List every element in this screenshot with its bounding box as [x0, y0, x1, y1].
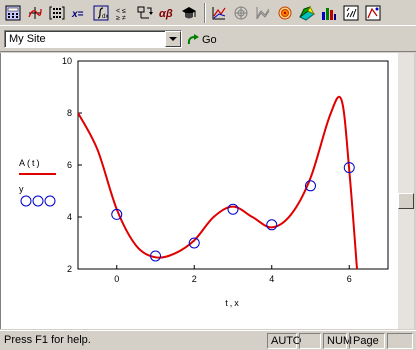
- scrollbar-thumb[interactable]: [398, 193, 414, 209]
- svg-text:≠: ≠: [122, 15, 126, 21]
- svg-text:<: <: [116, 8, 120, 15]
- symbolic-toolbar-button[interactable]: [179, 3, 198, 22]
- calculus-icon: dx: [93, 5, 108, 20]
- status-extra: [387, 333, 413, 349]
- y-tick-label: 2: [67, 264, 72, 274]
- x-tick-label: 6: [347, 274, 352, 284]
- status-num: NUM: [323, 333, 352, 349]
- status-auto: AUTO: [267, 333, 301, 349]
- boolean-icon: < ≤≥ ≠: [116, 8, 126, 21]
- plot-frame: [77, 60, 389, 270]
- graph-icon: [27, 6, 42, 19]
- x-tick-label: 2: [192, 274, 197, 284]
- xy-plot-icon: [212, 6, 225, 19]
- symbolic-icon: [181, 6, 196, 18]
- svg-text:x=: x=: [71, 9, 84, 20]
- vertical-scrollbar[interactable]: [397, 53, 414, 329]
- calculator-icon: [5, 5, 20, 20]
- svg-text:αβ: αβ: [159, 8, 173, 20]
- chevron-down-icon: [169, 36, 177, 41]
- contour-plot-icon: [278, 6, 291, 19]
- go-label: Go: [202, 34, 217, 46]
- x-tick-label: 4: [269, 274, 274, 284]
- programming-icon: [137, 6, 153, 18]
- svg-text:dx: dx: [102, 14, 108, 20]
- go-arrow-icon: [187, 34, 199, 45]
- legend-label-y: y: [19, 184, 24, 194]
- programming-toolbar-button[interactable]: [135, 3, 154, 22]
- svg-text:≤: ≤: [122, 8, 126, 15]
- 3d-scatter-toolbar-button[interactable]: [297, 3, 316, 22]
- resource-toolbar: My Site Go: [0, 27, 416, 52]
- status-blank: [299, 333, 321, 349]
- vector-field-icon: [343, 5, 358, 20]
- y-tick-label: 10: [62, 56, 72, 66]
- legend-label-a: A(t): [19, 158, 42, 168]
- graph-toolbar-button[interactable]: [25, 3, 44, 22]
- go-button[interactable]: Go: [186, 31, 217, 49]
- xy-plot[interactable]: 2 4 6 8 10 0 2 4 6 A(t) y t,x: [1, 53, 397, 329]
- legend-marker: [32, 195, 44, 207]
- polar-plot-icon: [234, 6, 247, 19]
- 3d-scatter-icon: [298, 5, 315, 21]
- 3d-bar-icon: [321, 7, 336, 20]
- calculus-toolbar-button[interactable]: dx: [91, 3, 110, 22]
- dropdown-button[interactable]: [165, 31, 181, 47]
- toolbar-separator: [204, 2, 206, 23]
- polar-plot-toolbar-button[interactable]: [231, 3, 250, 22]
- legend-marker: [44, 195, 56, 207]
- legend-marker: [20, 195, 32, 207]
- worksheet-canvas[interactable]: 2 4 6 8 10 0 2 4 6 A(t) y t,x: [0, 53, 397, 329]
- 3d-plot-wizard-toolbar-button[interactable]: [363, 3, 382, 22]
- 3d-plot-wizard-icon: [365, 5, 380, 20]
- contour-plot-toolbar-button[interactable]: [275, 3, 294, 22]
- math-toolbar: x= dx < ≤ ≥ ≠ αβ: [0, 0, 416, 26]
- svg-text:≥: ≥: [116, 15, 120, 21]
- y-tick-label: 4: [67, 212, 72, 222]
- matrix-toolbar-button[interactable]: [47, 3, 66, 22]
- x-axis-label: t,x: [225, 298, 241, 308]
- boolean-toolbar-button[interactable]: < ≤ ≥ ≠: [113, 3, 132, 22]
- evaluation-toolbar-button[interactable]: x=: [69, 3, 88, 22]
- status-bar: Press F1 for help. AUTO NUM Page 1: [0, 330, 416, 350]
- x-equals-icon: x=: [71, 9, 84, 20]
- matrix-icon: [49, 6, 64, 19]
- surface-plot-icon: [256, 6, 269, 19]
- calculator-toolbar-button[interactable]: [3, 3, 22, 22]
- xy-plot-toolbar-button[interactable]: [209, 3, 228, 22]
- y-tick-label: 8: [67, 108, 72, 118]
- greek-toolbar-button[interactable]: αβ: [157, 3, 176, 22]
- resource-combo-value: My Site: [9, 33, 46, 45]
- status-message: Press F1 for help.: [4, 334, 91, 346]
- greek-icon: αβ: [159, 8, 173, 20]
- surface-plot-toolbar-button[interactable]: [253, 3, 272, 22]
- status-page: Page 1: [349, 333, 385, 350]
- resource-combo[interactable]: My Site: [4, 30, 182, 48]
- 3d-bar-toolbar-button[interactable]: [319, 3, 338, 22]
- x-tick-label: 0: [114, 274, 119, 284]
- vector-field-toolbar-button[interactable]: [341, 3, 360, 22]
- y-tick-label: 6: [67, 160, 72, 170]
